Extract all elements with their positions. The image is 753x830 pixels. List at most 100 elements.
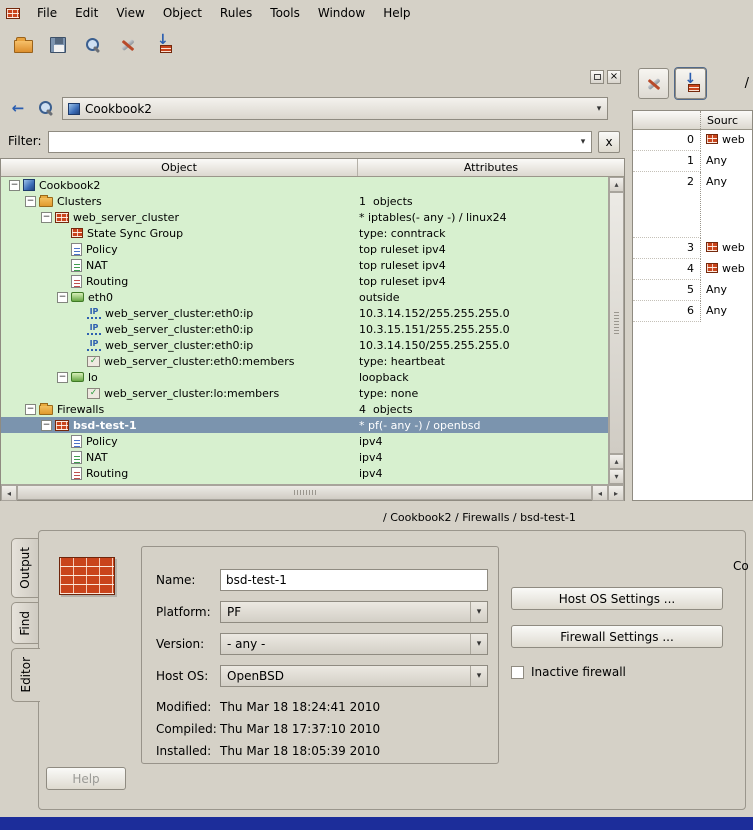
hostos-value: OpenBSD xyxy=(227,669,284,683)
expander-icon[interactable] xyxy=(57,371,68,383)
chevron-down-icon[interactable]: ▾ xyxy=(591,104,607,114)
tree-row[interactable]: web_server_cluster:eth0:ip 10.3.14.150/25… xyxy=(1,337,608,353)
rule-row[interactable]: 1 Any xyxy=(633,151,752,172)
rule-source-cell[interactable]: web xyxy=(701,238,752,259)
tree-row[interactable]: web_server_cluster:eth0:ip 10.3.15.151/25… xyxy=(1,321,608,337)
rule-row[interactable]: 5 Any xyxy=(633,280,752,301)
tree-row[interactable]: bsd-test-1 * pf(- any -) / openbsd xyxy=(1,417,608,433)
filter-clear-button[interactable]: x xyxy=(598,131,620,153)
locate-object-button[interactable] xyxy=(34,96,58,120)
menu-rules[interactable]: Rules xyxy=(211,2,261,24)
rule-source-cell[interactable]: Any xyxy=(701,280,752,301)
rule-row[interactable]: 6 Any xyxy=(633,301,752,322)
chevron-down-icon[interactable]: ▾ xyxy=(575,137,591,147)
tree-item-label: lo xyxy=(88,370,98,384)
tree-row[interactable]: Clusters 1 objects xyxy=(1,193,608,209)
menu-file[interactable]: File xyxy=(28,2,66,24)
menu-tools[interactable]: Tools xyxy=(261,2,309,24)
inactive-firewall-checkbox[interactable] xyxy=(511,665,524,679)
tab-find[interactable]: Find xyxy=(11,601,38,645)
tree-row[interactable]: Routing top ruleset ipv4 xyxy=(1,273,608,289)
tree-row[interactable]: State Sync Group type: conntrack xyxy=(1,225,608,241)
tree-row[interactable]: Policy ipv4 xyxy=(1,433,608,449)
menu-object[interactable]: Object xyxy=(154,2,211,24)
tree-row[interactable]: Routing ipv4 xyxy=(1,465,608,481)
rule-source-cell[interactable]: Any xyxy=(701,301,752,322)
tree-item-label: web_server_cluster:lo:members xyxy=(104,386,280,400)
menu-edit[interactable]: Edit xyxy=(66,2,107,24)
filter-input[interactable] xyxy=(49,133,575,151)
dock-float-button[interactable] xyxy=(590,70,604,84)
column-header-source[interactable]: Sourc xyxy=(701,114,738,127)
firewall-icon xyxy=(706,242,718,252)
tree-row[interactable]: web_server_cluster * iptables(- any -) / … xyxy=(1,209,608,225)
library-combobox[interactable]: Cookbook2 ▾ xyxy=(62,97,608,120)
tree-vertical-scrollbar[interactable]: ▴ ▴ ▾ xyxy=(608,177,624,484)
scroll-up-button[interactable]: ▴ xyxy=(609,177,624,192)
rule-source-cell[interactable]: web xyxy=(701,130,752,151)
expander-icon[interactable] xyxy=(25,403,36,415)
expander-icon[interactable] xyxy=(41,419,52,431)
compile-rules-button[interactable] xyxy=(638,68,669,99)
firewall-settings-button[interactable]: Firewall Settings ... xyxy=(511,625,723,648)
tab-output[interactable]: Output xyxy=(11,538,38,598)
vertical-scrollbar-thumb[interactable] xyxy=(609,192,624,454)
scroll-down-button[interactable]: ▾ xyxy=(609,469,624,484)
rule-row[interactable]: 0 web xyxy=(633,130,752,151)
rule-source-cell[interactable]: web xyxy=(701,259,752,280)
save-button[interactable] xyxy=(43,30,73,60)
find-button[interactable] xyxy=(78,30,108,60)
open-file-button[interactable] xyxy=(8,30,38,60)
expander-icon[interactable] xyxy=(9,179,20,191)
scroll-left-button[interactable]: ◂ xyxy=(1,485,17,501)
tree-row[interactable]: web_server_cluster:eth0:ip 10.3.14.152/25… xyxy=(1,305,608,321)
expander-icon[interactable] xyxy=(25,195,36,207)
install-rules-button[interactable] xyxy=(675,68,706,99)
back-button[interactable]: ← xyxy=(6,96,30,120)
compile-button[interactable] xyxy=(113,30,143,60)
tree-row[interactable]: web_server_cluster:eth0:members type: hea… xyxy=(1,353,608,369)
filter-combobox[interactable]: ▾ xyxy=(48,131,592,153)
tree-horizontal-scrollbar[interactable]: ◂ ◂ ▸ xyxy=(1,484,624,501)
members-icon xyxy=(87,355,100,367)
dock-close-button[interactable]: × xyxy=(607,70,621,84)
horizontal-scrollbar-thumb[interactable] xyxy=(17,485,592,500)
tree-row[interactable]: NAT ipv4 xyxy=(1,449,608,465)
rule-row[interactable]: 4 web xyxy=(633,259,752,280)
platform-combobox[interactable]: PF ▾ xyxy=(220,601,488,623)
tab-editor[interactable]: Editor xyxy=(11,648,40,702)
expander-icon[interactable] xyxy=(57,291,68,303)
column-header-object[interactable]: Object xyxy=(1,159,358,176)
installed-label: Installed: xyxy=(156,744,212,758)
rule-source-label: Any xyxy=(706,283,728,296)
tree-row[interactable]: Cookbook2 xyxy=(1,177,608,193)
menu-view[interactable]: View xyxy=(107,2,153,24)
rule-row[interactable]: 2 Any xyxy=(633,172,752,238)
install-button[interactable] xyxy=(148,30,178,60)
scroll-left-button-2[interactable]: ◂ xyxy=(592,485,608,501)
tree-row[interactable]: eth0 outside xyxy=(1,289,608,305)
rule-row[interactable]: 3 web xyxy=(633,238,752,259)
rule-source-label: Any xyxy=(706,154,728,167)
rule-source-cell[interactable]: Any xyxy=(701,172,752,238)
tree-row[interactable]: web_server_cluster:lo:members type: none xyxy=(1,385,608,401)
scroll-up-button-2[interactable]: ▴ xyxy=(609,454,624,469)
host-os-settings-button[interactable]: Host OS Settings ... xyxy=(511,587,723,610)
rule-source-cell[interactable]: Any xyxy=(701,151,752,172)
inactive-firewall-label: Inactive firewall xyxy=(531,665,626,679)
tree-row[interactable]: lo loopback xyxy=(1,369,608,385)
menu-window[interactable]: Window xyxy=(309,2,374,24)
hostos-combobox[interactable]: OpenBSD ▾ xyxy=(220,665,488,687)
menu-help[interactable]: Help xyxy=(374,2,419,24)
tree-row[interactable]: NAT top ruleset ipv4 xyxy=(1,257,608,273)
help-button[interactable]: Help xyxy=(46,767,126,790)
expander-icon[interactable] xyxy=(41,211,52,223)
tree-item-label: eth0 xyxy=(88,290,114,304)
name-input[interactable] xyxy=(220,569,488,591)
scroll-right-button[interactable]: ▸ xyxy=(608,485,624,501)
version-combobox[interactable]: - any - ▾ xyxy=(220,633,488,655)
tree-row[interactable]: Firewalls 4 objects xyxy=(1,401,608,417)
tree-row[interactable]: Policy top ruleset ipv4 xyxy=(1,241,608,257)
column-header-attributes[interactable]: Attributes xyxy=(358,159,624,176)
